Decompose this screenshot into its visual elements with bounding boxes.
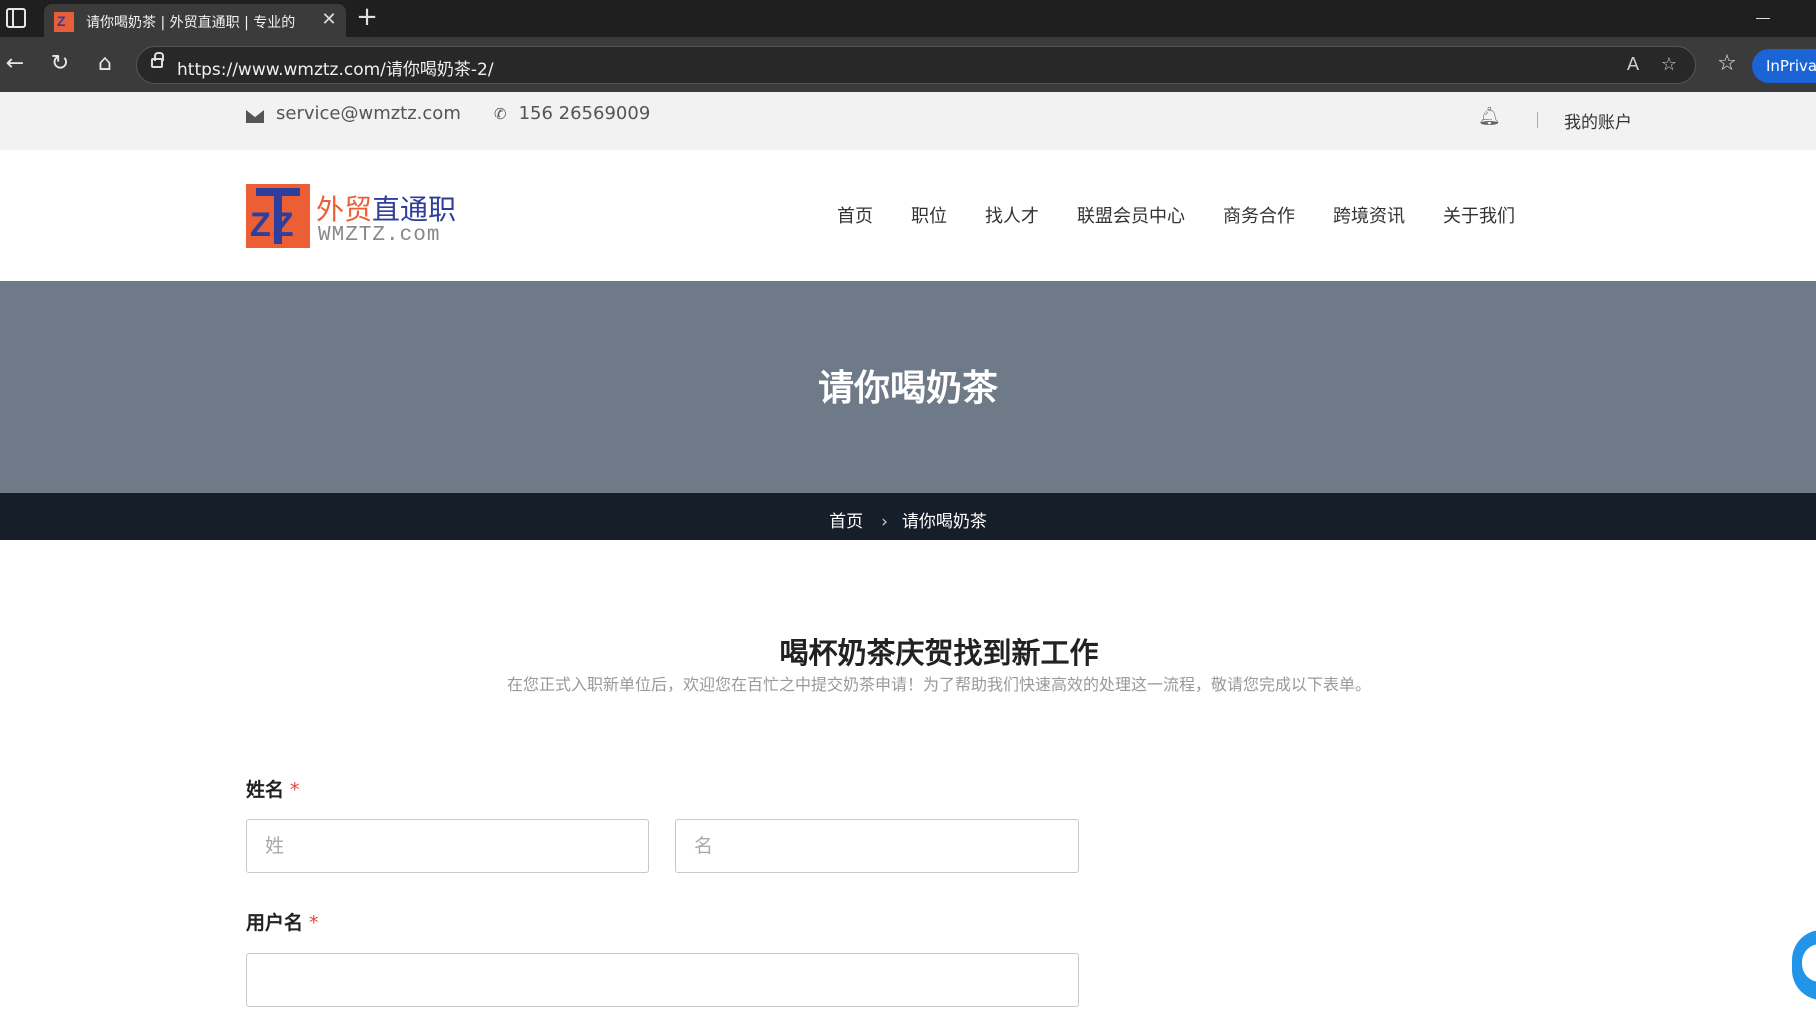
browser-tabstrip: 请你喝奶茶 | 外贸直通职 | 专业的 ✕ +	[0, 0, 1816, 37]
username-field-label: 用户名 *	[246, 912, 319, 934]
logo-english-text: WMZTZ.com	[318, 224, 441, 247]
read-aloud-icon[interactable]: A	[1621, 53, 1645, 77]
url-text[interactable]: https://www.wmztz.com/请你喝奶茶-2/	[177, 55, 494, 80]
breadcrumb-home-link[interactable]: 首页	[829, 512, 863, 532]
required-marker: *	[309, 912, 319, 934]
logo-chinese-text: 外贸直通职	[316, 193, 457, 226]
home-icon[interactable]: ⌂	[90, 49, 120, 79]
required-marker: *	[290, 779, 300, 801]
nav-item-business[interactable]: 商务合作	[1223, 202, 1295, 228]
logo-mark: ZZ	[246, 184, 310, 248]
main-nav: 首页 职位 找人才 联盟会员中心 商务合作 跨境资讯 关于我们	[837, 202, 1553, 228]
tab-title: 请你喝奶茶 | 外贸直通职 | 专业的	[86, 15, 296, 31]
notification-bell-icon[interactable]: 🔔︎	[1478, 106, 1501, 128]
chat-widget-icon[interactable]	[1792, 930, 1816, 1000]
my-account-link[interactable]: 我的账户	[1564, 108, 1632, 133]
envelope-icon	[246, 110, 264, 123]
nav-item-news[interactable]: 跨境资讯	[1333, 202, 1405, 228]
tab-actions-icon[interactable]	[6, 8, 26, 28]
new-tab-icon[interactable]: +	[354, 4, 380, 32]
back-icon[interactable]: ←	[0, 49, 30, 79]
minimize-icon[interactable]	[1756, 18, 1770, 19]
nav-item-find-talent[interactable]: 找人才	[985, 202, 1039, 228]
contact-phone[interactable]: ✆ 156 26569009	[494, 103, 650, 124]
username-input[interactable]	[246, 953, 1079, 1007]
tab-close-icon[interactable]: ✕	[318, 9, 340, 31]
form-subtitle: 在您正式入职新单位后，欢迎您在百忙之中提交奶茶申请！为了帮助我们快速高效的处理这…	[506, 675, 1371, 694]
phone-icon: ✆	[494, 104, 507, 123]
site-topbar: service@wmztz.com ✆ 156 26569009 🔔︎ 我的账户	[0, 92, 1816, 150]
refresh-icon[interactable]: ↻	[45, 49, 75, 79]
phone-text[interactable]: 156 26569009	[519, 103, 651, 124]
chevron-right-icon: ›	[881, 512, 888, 532]
browser-tab-active[interactable]: 请你喝奶茶 | 外贸直通职 | 专业的 ✕	[44, 4, 346, 37]
site-favicon-icon	[54, 12, 74, 32]
email-text[interactable]: service@wmztz.com	[276, 103, 461, 124]
site-header: ZZ 外贸直通职 WMZTZ.com 首页 职位 找人才 联盟会员中心 商务合作…	[0, 150, 1816, 281]
inprivate-badge[interactable]: InPrivate	[1752, 49, 1816, 83]
favorite-star-icon[interactable]: ☆	[1657, 53, 1681, 77]
address-bar[interactable]: https://www.wmztz.com/请你喝奶茶-2/ A ☆	[136, 46, 1696, 84]
last-name-input[interactable]	[246, 819, 649, 873]
page-hero: 请你喝奶茶	[0, 281, 1816, 493]
page-title: 请你喝奶茶	[817, 368, 998, 409]
nav-item-member-center[interactable]: 联盟会员中心	[1077, 202, 1185, 228]
first-name-input[interactable]	[675, 819, 1079, 873]
topbar-divider	[1537, 112, 1538, 128]
breadcrumb: 首页 › 请你喝奶茶	[0, 493, 1816, 540]
browser-toolbar: ← ↻ ⌂ https://www.wmztz.com/请你喝奶茶-2/ A ☆…	[0, 37, 1816, 92]
breadcrumb-trail: 首页 › 请你喝奶茶	[0, 507, 1816, 532]
nav-item-jobs[interactable]: 职位	[911, 202, 947, 228]
nav-item-home[interactable]: 首页	[837, 202, 873, 228]
favorites-list-icon[interactable]: ☆	[1712, 49, 1742, 79]
site-logo[interactable]: ZZ 外贸直通职 WMZTZ.com	[246, 184, 466, 250]
name-field-label: 姓名 *	[246, 779, 300, 801]
lock-icon[interactable]	[151, 52, 164, 68]
nav-item-about[interactable]: 关于我们	[1443, 202, 1515, 228]
breadcrumb-current: 请你喝奶茶	[901, 512, 987, 532]
contact-email[interactable]: service@wmztz.com	[246, 103, 461, 124]
form-title: 喝杯奶茶庆贺找到新工作	[779, 636, 1099, 670]
